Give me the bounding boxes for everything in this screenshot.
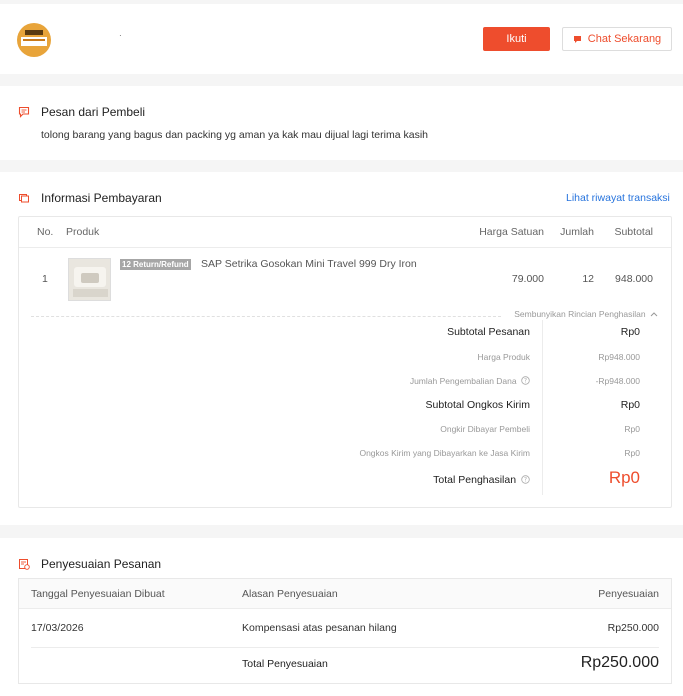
buyer-message-title: Pesan dari Pembeli [41, 105, 146, 119]
dashed-divider [31, 316, 501, 317]
order-subtotal-label: Subtotal Pesanan [447, 326, 530, 338]
return-refund-badge: 12 Return/Refund [120, 259, 191, 270]
svg-text:?: ? [524, 378, 527, 385]
buyer-message-card: Pesan dari Pembeli tolong barang yang ba… [0, 86, 683, 160]
payment-icon [19, 194, 29, 203]
buyer-message-text: tolong barang yang bagus dan packing yg … [41, 129, 428, 141]
payment-title: Informasi Pembayaran [41, 191, 162, 205]
chat-button[interactable]: Chat Sekarang [562, 27, 672, 51]
item-unit-price: 79.000 [511, 273, 544, 285]
col-product: Produk [66, 226, 100, 238]
refund-label-wrap: Jumlah Pengembalian Dana ? [410, 376, 530, 386]
adjustment-icon [19, 559, 30, 570]
follow-button[interactable]: Ikuti [483, 27, 550, 51]
product-name[interactable]: SAP Setrika Gosokan Mini Travel 999 Dry … [201, 258, 417, 270]
item-no: 1 [42, 273, 48, 285]
shop-logo[interactable] [17, 23, 51, 57]
transaction-history-link[interactable]: Lihat riwayat transaksi [566, 192, 670, 204]
shipping-courier-value: Rp0 [624, 448, 640, 458]
chevron-up-icon [650, 312, 658, 317]
shipping-subtotal-value: Rp0 [620, 399, 640, 411]
order-subtotal-value: Rp0 [620, 326, 640, 338]
chat-button-label: Chat Sekarang [587, 33, 662, 45]
payment-table: No. Produk Harga Satuan Jumlah Subtotal … [18, 216, 672, 508]
col-adjustment-amount: Penyesuaian [598, 588, 659, 600]
refund-value: -Rp948.000 [595, 376, 640, 386]
total-earnings-label-wrap: Total Penghasilan ? [433, 474, 530, 486]
adjustment-card: Penyesuaian Pesanan Tanggal Penyesuaian … [0, 538, 683, 696]
toggle-earnings-detail[interactable]: Sembunyikan Rincian Penghasilan [514, 309, 658, 319]
help-icon[interactable]: ? [521, 475, 530, 484]
adjustment-divider [31, 647, 659, 648]
toggle-earnings-label: Sembunyikan Rincian Penghasilan [514, 309, 646, 319]
col-adjustment-reason: Alasan Penyesuaian [242, 588, 338, 600]
adjustment-date: 17/03/2026 [31, 622, 84, 634]
svg-text:?: ? [524, 477, 527, 484]
shipping-subtotal-label: Subtotal Ongkos Kirim [425, 399, 530, 411]
shop-header-card: · Ikuti Chat Sekarang [0, 4, 683, 74]
col-adjustment-date: Tanggal Penyesuaian Dibuat [31, 588, 165, 600]
shipping-buyer-label: Ongkir Dibayar Pembeli [440, 424, 530, 434]
shop-name-mark: · [119, 31, 122, 40]
help-icon[interactable]: ? [521, 376, 530, 385]
col-subtotal: Subtotal [614, 226, 653, 238]
shipping-buyer-value: Rp0 [624, 424, 640, 434]
adjustment-amount: Rp250.000 [607, 622, 659, 634]
adjustment-reason: Kompensasi atas pesanan hilang [242, 622, 397, 634]
col-unit-price: Harga Satuan [479, 226, 544, 238]
adjustment-total-value: Rp250.000 [580, 654, 659, 671]
col-qty: Jumlah [560, 226, 594, 238]
col-no: No. [37, 226, 54, 238]
message-icon [18, 106, 30, 118]
adjustment-total-label: Total Penyesuaian [242, 658, 328, 670]
product-price-label: Harga Produk [477, 352, 530, 362]
product-thumbnail[interactable] [68, 258, 111, 301]
shipping-courier-label: Ongkos Kirim yang Dibayarkan ke Jasa Kir… [359, 448, 530, 458]
item-subtotal: 948.000 [615, 273, 653, 285]
breakdown-separator [542, 320, 543, 495]
header-divider [19, 247, 671, 248]
payment-info-card: Informasi Pembayaran Lihat riwayat trans… [0, 172, 683, 525]
total-earnings-label: Total Penghasilan [433, 474, 517, 486]
product-price-value: Rp948.000 [598, 352, 640, 362]
chat-icon [573, 35, 581, 43]
adjustment-title: Penyesuaian Pesanan [41, 557, 162, 571]
refund-label: Jumlah Pengembalian Dana [409, 376, 517, 386]
total-earnings-value: Rp0 [608, 468, 640, 487]
adjustment-table: Tanggal Penyesuaian Dibuat Alasan Penyes… [18, 578, 672, 684]
item-qty: 12 [582, 273, 594, 285]
